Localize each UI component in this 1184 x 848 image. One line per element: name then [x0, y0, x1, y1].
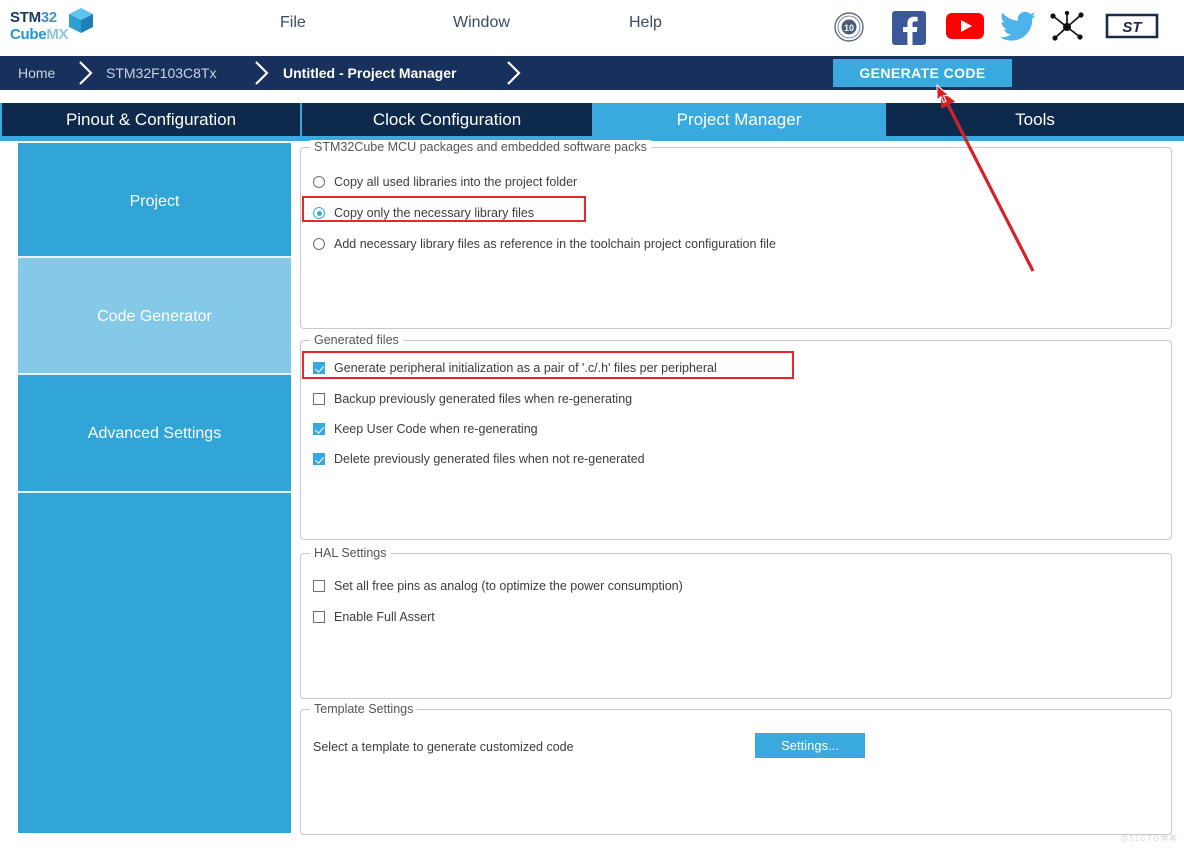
breadcrumb-item-home[interactable]: Home [18, 56, 55, 90]
group-hal-settings: HAL Settings Set all free pins as analog… [300, 553, 1172, 699]
radio-unchecked-icon [313, 176, 325, 188]
checkbox-delete-previously-generated[interactable]: Delete previously generated files when n… [313, 452, 645, 466]
menu-bar: STM32 CubeMX File Window Help 10 [0, 0, 1184, 56]
mouse-cursor-icon [936, 84, 952, 111]
project-manager-content: STM32Cube MCU packages and embedded soft… [300, 143, 1172, 836]
checkbox-checked-icon [313, 362, 325, 374]
facebook-icon[interactable] [892, 11, 926, 50]
breadcrumb-item-project[interactable]: Untitled - Project Manager [283, 56, 456, 90]
logo-cube-text: Cube [10, 26, 46, 43]
checkbox-set-free-pins-analog[interactable]: Set all free pins as analog (to optimize… [313, 579, 683, 593]
radio-copy-necessary-library-files[interactable]: Copy only the necessary library files [313, 206, 534, 220]
checkbox-set-free-pins-analog-label: Set all free pins as analog (to optimize… [334, 579, 683, 593]
checkbox-backup-previously-generated-label: Backup previously generated files when r… [334, 392, 632, 406]
logo-mx-text: MX [46, 26, 68, 43]
dotted-underline [322, 377, 774, 378]
sidebar-item-project[interactable]: Project [18, 143, 291, 258]
sidebar: Project Code Generator Advanced Settings [18, 143, 291, 833]
sidebar-filler [18, 493, 291, 833]
checkbox-enable-full-assert[interactable]: Enable Full Assert [313, 610, 435, 624]
checkbox-unchecked-icon-3 [313, 611, 325, 623]
app-logo: STM32 CubeMX [8, 6, 98, 51]
breadcrumb-separator-icon [76, 60, 90, 86]
checkbox-keep-user-code[interactable]: Keep User Code when re-generating [313, 422, 538, 436]
checkbox-checked-icon-2 [313, 423, 325, 435]
tab-clock-configuration[interactable]: Clock Configuration [300, 103, 592, 136]
checkbox-checked-icon-3 [313, 453, 325, 465]
sidebar-item-label-code-generator: Code Generator [18, 308, 291, 326]
cube-icon [66, 6, 96, 41]
ten-years-badge-icon[interactable]: 10 [833, 11, 865, 48]
svg-text:10: 10 [844, 23, 854, 33]
group-template-settings-title: Template Settings [310, 702, 417, 716]
tab-bar: Pinout & Configuration Clock Configurati… [0, 103, 1184, 136]
community-network-icon[interactable] [1048, 11, 1086, 48]
checkbox-delete-previously-generated-label: Delete previously generated files when n… [334, 452, 645, 466]
group-generated-files-title: Generated files [310, 333, 403, 347]
checkbox-generate-peripheral-init[interactable]: Generate peripheral initialization as a … [313, 361, 717, 375]
tab-project-manager[interactable]: Project Manager [592, 103, 884, 136]
breadcrumb-separator-icon-2 [252, 60, 266, 86]
logo-32-text: 32 [41, 9, 57, 26]
youtube-icon[interactable] [946, 11, 984, 46]
radio-add-library-reference[interactable]: Add necessary library files as reference… [313, 237, 776, 251]
radio-unchecked-icon-2 [313, 238, 325, 250]
sidebar-item-label-project: Project [18, 193, 291, 211]
twitter-icon[interactable] [1000, 11, 1036, 48]
tab-tools[interactable]: Tools [884, 103, 1184, 136]
tab-pinout-configuration[interactable]: Pinout & Configuration [0, 103, 300, 136]
menu-item-file[interactable]: File [280, 14, 306, 32]
radio-add-library-reference-label: Add necessary library files as reference… [334, 237, 776, 251]
menu-item-window[interactable]: Window [453, 14, 510, 32]
logo-text-top: STM32 [10, 9, 57, 26]
breadcrumb-item-mcu[interactable]: STM32F103C8Tx [106, 56, 216, 90]
template-settings-button[interactable]: Settings... [755, 733, 865, 758]
menu-item-help[interactable]: Help [629, 14, 662, 32]
checkbox-unchecked-icon-2 [313, 580, 325, 592]
stm32cubemx-window: STM32 CubeMX File Window Help 10 [0, 0, 1184, 848]
checkbox-backup-previously-generated[interactable]: Backup previously generated files when r… [313, 392, 632, 406]
radio-copy-all-libraries[interactable]: Copy all used libraries into the project… [313, 175, 577, 189]
radio-copy-all-libraries-label: Copy all used libraries into the project… [334, 175, 577, 189]
checkbox-generate-peripheral-init-label: Generate peripheral initialization as a … [334, 361, 717, 375]
logo-text-bottom: CubeMX [10, 26, 68, 43]
sidebar-item-advanced-settings[interactable]: Advanced Settings [18, 375, 291, 493]
generate-code-button[interactable]: GENERATE CODE [833, 59, 1012, 87]
svg-text:ST: ST [1122, 19, 1143, 36]
st-logo-icon[interactable]: ST [1103, 11, 1161, 46]
breadcrumb-separator-icon-3 [504, 60, 518, 86]
group-mcu-packages-title: STM32Cube MCU packages and embedded soft… [310, 140, 651, 154]
sidebar-item-label-advanced-settings: Advanced Settings [18, 425, 291, 443]
checkbox-keep-user-code-label: Keep User Code when re-generating [334, 422, 538, 436]
sidebar-item-code-generator[interactable]: Code Generator [18, 258, 291, 375]
watermark: @51CTO博客 [1120, 833, 1178, 844]
radio-checked-icon [313, 207, 325, 219]
group-mcu-packages: STM32Cube MCU packages and embedded soft… [300, 147, 1172, 329]
logo-stm-text: STM [10, 9, 41, 26]
group-generated-files: Generated files Generate peripheral init… [300, 340, 1172, 540]
checkbox-unchecked-icon [313, 393, 325, 405]
group-template-settings: Template Settings Select a template to g… [300, 709, 1172, 835]
radio-copy-necessary-library-files-label: Copy only the necessary library files [334, 206, 534, 220]
group-hal-settings-title: HAL Settings [310, 546, 391, 560]
checkbox-enable-full-assert-label: Enable Full Assert [334, 610, 435, 624]
template-description: Select a template to generate customized… [313, 740, 574, 754]
